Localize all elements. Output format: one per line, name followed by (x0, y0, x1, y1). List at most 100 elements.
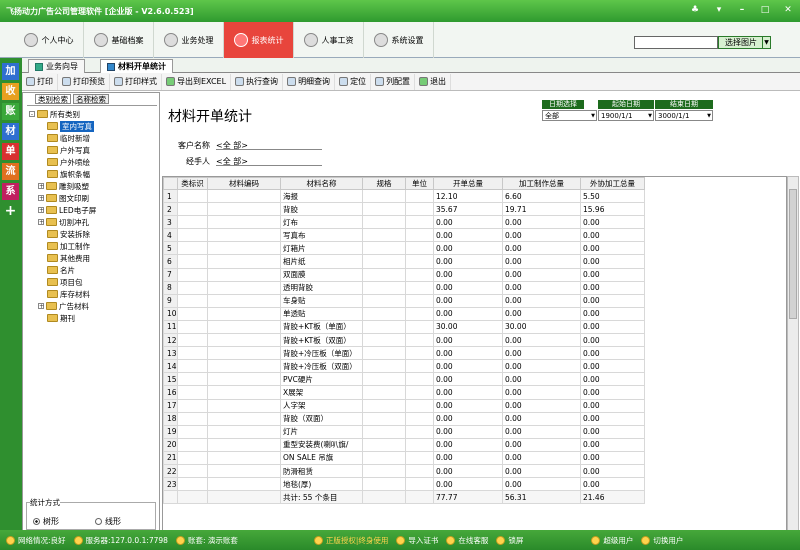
radio-linear-mode[interactable]: 线形 (95, 516, 121, 527)
expand-icon[interactable]: + (38, 303, 44, 310)
table-row[interactable]: 19 灯片 0.00 0.00 0.00 (163, 424, 645, 439)
table-row[interactable]: 16 X展架 0.00 0.00 0.00 (163, 385, 645, 400)
col-header[interactable]: 外协加工总量 (580, 177, 645, 190)
select-image-button[interactable]: 选择图片 (718, 36, 764, 49)
detail-query-button[interactable]: 明细查询 (283, 73, 336, 90)
tree-node[interactable]: + LED电子屏 (38, 204, 96, 216)
tab-business-wizard[interactable]: 业务向导 (28, 59, 85, 73)
tree-node[interactable]: 项目包 (47, 276, 83, 288)
table-row[interactable]: 18 背胶（双面） 0.00 0.00 0.00 (163, 411, 645, 426)
table-row[interactable]: 23 地毯(厚) 0.00 0.00 0.00 (163, 477, 645, 492)
table-footer-row[interactable]: 共计: 55 个条目 77.77 56.31 21.46 (163, 490, 645, 505)
tree-node[interactable]: - 所有类别 (29, 108, 80, 120)
table-row[interactable]: 6 相片纸 0.00 0.00 0.00 (163, 254, 645, 269)
tree-node[interactable]: 名片 (47, 264, 75, 276)
lock-screen-button[interactable]: 锁屏 (492, 535, 527, 546)
tree-node[interactable]: + 切割冲孔 (38, 216, 89, 228)
skin-icon[interactable]: ♣ (688, 3, 702, 17)
tree-node[interactable]: 室内写真 (47, 120, 94, 132)
table-row[interactable]: 20 重型安装费(喇叭旗/0.00 0.00 0.00 (163, 437, 645, 452)
vertical-scrollbar[interactable] (787, 176, 799, 531)
table-row[interactable]: 8 透明背胶 0.00 0.00 0.00 (163, 280, 645, 295)
switch-user-button[interactable]: 切换用户 (637, 535, 687, 546)
col-header[interactable]: 开单总量 (433, 177, 503, 190)
tree-node[interactable]: 期刊 (47, 312, 75, 324)
menu-personal-center[interactable]: 个人中心 (14, 22, 84, 58)
exit-button[interactable]: 退出 (415, 73, 452, 90)
menu-icon[interactable]: ▾ (712, 3, 726, 17)
locate-button[interactable]: 定位 (335, 73, 372, 90)
table-row[interactable]: 4 写真布 0.00 0.00 0.00 (163, 228, 645, 243)
table-row[interactable]: 2 背胶 35.67 19.71 15.96 (163, 202, 645, 217)
menu-business[interactable]: 业务处理 (154, 22, 224, 58)
tree-node[interactable]: + 图文印刷 (38, 192, 89, 204)
tree-node[interactable]: 加工制作 (47, 240, 90, 252)
date-filter-select[interactable]: 全部 ▼ (542, 110, 597, 121)
table-row[interactable]: 10 单透贴 0.00 0.00 0.00 (163, 306, 645, 321)
expand-icon[interactable]: + (38, 195, 44, 202)
expand-icon[interactable]: + (38, 207, 44, 214)
col-header[interactable]: 材料名称 (280, 177, 363, 190)
table-row[interactable]: 13 背胶+冷压板（单面） 0.00 0.00 0.00 (163, 346, 645, 361)
chevron-down-icon[interactable]: ▼ (762, 36, 771, 49)
export-excel-button[interactable]: 导出到EXCEL (162, 73, 232, 90)
col-header[interactable]: 加工制作总量 (502, 177, 581, 190)
expand-icon[interactable]: + (38, 183, 44, 190)
collapse-icon[interactable]: - (29, 111, 35, 118)
tab-category-search[interactable]: 类别检索 (35, 94, 71, 104)
tree-node[interactable]: 临时新增 (47, 132, 90, 144)
table-row[interactable]: 14 背胶+冷压板（双面） 0.00 0.00 0.00 (163, 359, 645, 374)
column-config-button[interactable]: 列配置 (371, 73, 416, 90)
print-button[interactable]: 打印 (22, 73, 58, 90)
quick-system[interactable]: 系 (2, 183, 19, 200)
table-row[interactable]: 17 人字架 0.00 0.00 0.00 (163, 398, 645, 413)
table-row[interactable]: 7 双面膜 0.00 0.00 0.00 (163, 267, 645, 282)
menu-basic-records[interactable]: 基础档案 (84, 22, 154, 58)
tab-material-order-stats[interactable]: 材料开单统计 (100, 59, 173, 73)
tree-node[interactable]: + 广告材料 (38, 300, 89, 312)
online-support-button[interactable]: 在线客服 (442, 535, 492, 546)
quick-order[interactable]: 单 (2, 143, 19, 160)
import-cert-button[interactable]: 导入证书 (392, 535, 442, 546)
table-row[interactable]: 9 车身贴 0.00 0.00 0.00 (163, 293, 645, 308)
tab-name-search[interactable]: 名称检索 (73, 94, 109, 104)
table-row[interactable]: 1 海报 12.10 6.60 5.50 (163, 188, 645, 204)
menu-reports[interactable]: 报表统计 (224, 22, 294, 58)
search-input[interactable] (634, 36, 718, 49)
col-header[interactable]: 单位 (405, 177, 434, 190)
tree-node[interactable]: 户外喷绘 (47, 156, 90, 168)
close-icon[interactable]: ✕ (781, 3, 795, 17)
quick-receive[interactable]: 收 (2, 83, 19, 100)
col-header[interactable]: 材料编码 (207, 177, 281, 190)
run-query-button[interactable]: 执行查询 (231, 73, 284, 90)
plus-icon[interactable]: + (2, 203, 19, 220)
tree-node[interactable]: 安装拆除 (47, 228, 90, 240)
tree-node[interactable]: + 雕刻吸塑 (38, 180, 89, 192)
col-header[interactable]: 规格 (362, 177, 406, 190)
table-row[interactable]: 21 ON SALE 吊旗 0.00 0.00 0.00 (163, 450, 645, 465)
tree-node[interactable]: 旗帜条幅 (47, 168, 90, 180)
table-row[interactable]: 12 背胶+KT板（双面） 0.00 0.00 0.00 (163, 333, 645, 348)
col-header[interactable] (163, 177, 178, 190)
quick-account[interactable]: 账 (2, 103, 19, 120)
quick-flow[interactable]: 流 (2, 163, 19, 180)
quick-material[interactable]: 材 (2, 123, 19, 140)
start-date-picker[interactable]: 1900/1/1 ▼ (598, 110, 654, 121)
tree-node[interactable]: 其他费用 (47, 252, 90, 264)
current-user[interactable]: 超级用户 (587, 535, 637, 546)
end-date-picker[interactable]: 3000/1/1 ▼ (655, 110, 713, 121)
tree-node[interactable]: 库存材料 (47, 288, 90, 300)
table-row[interactable]: 5 灯箱片 0.00 0.00 0.00 (163, 241, 645, 256)
print-preview-button[interactable]: 打印预览 (58, 73, 110, 90)
table-row[interactable]: 11 背胶+KT板（单面） 30.00 30.00 0.00 (163, 319, 645, 335)
table-row[interactable]: 3 灯布 0.00 0.00 0.00 (163, 215, 645, 230)
tree-node[interactable]: 户外写真 (47, 144, 90, 156)
expand-icon[interactable]: + (38, 219, 44, 226)
scroll-thumb[interactable] (789, 189, 797, 319)
minimize-icon[interactable]: – (735, 3, 749, 17)
print-style-button[interactable]: 打印样式 (110, 73, 162, 90)
maximize-icon[interactable]: □ (758, 3, 772, 17)
menu-settings[interactable]: 系统设置 (364, 22, 434, 58)
table-row[interactable]: 22 防滑租赁 0.00 0.00 0.00 (163, 463, 645, 479)
table-row[interactable]: 15 PVC硬片 0.00 0.00 0.00 (163, 372, 645, 387)
